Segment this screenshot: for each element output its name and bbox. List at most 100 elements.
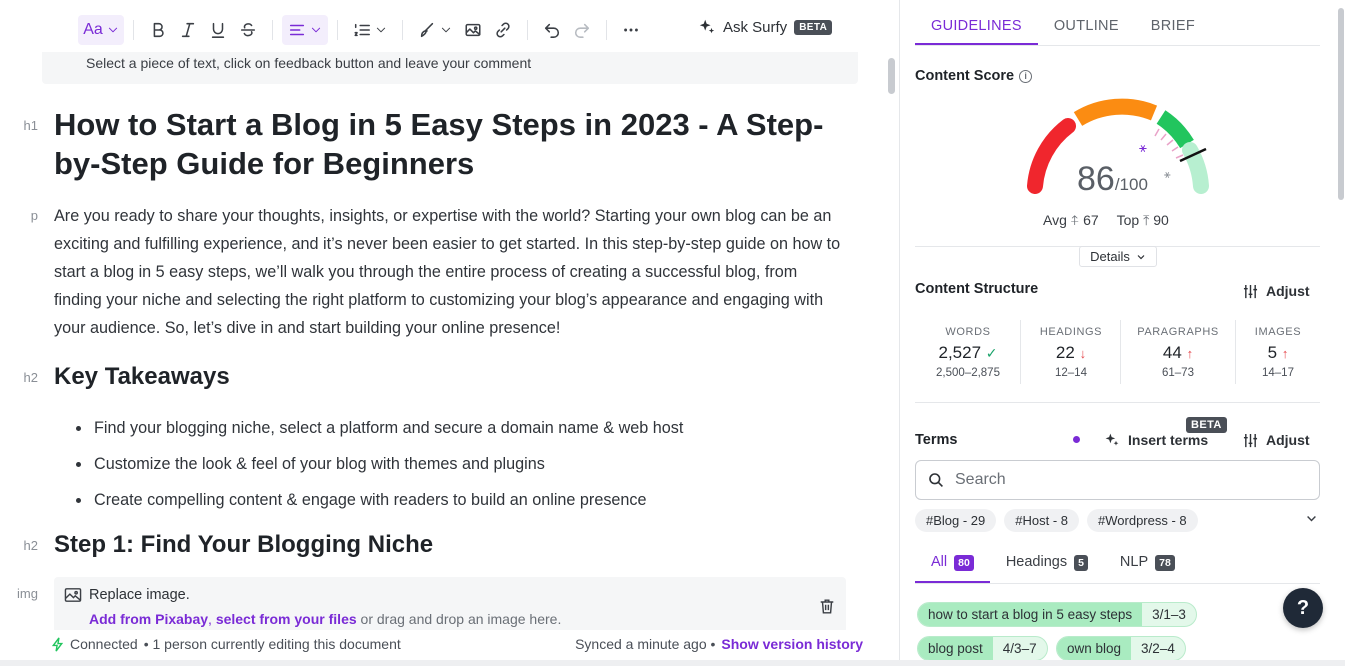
terms-title: Terms	[915, 432, 958, 448]
beta-badge: BETA	[794, 19, 833, 35]
subtab-label: Headings	[1005, 554, 1068, 570]
ask-surfy-button[interactable]: Ask Surfy BETA	[698, 18, 833, 36]
sparkle-icon	[699, 19, 715, 34]
info-icon[interactable]: i	[1019, 70, 1033, 83]
underline-button[interactable]	[203, 15, 233, 45]
connection-status: Connected • 1 person currently editing t…	[52, 636, 401, 652]
divider	[915, 402, 1320, 403]
highlight-button[interactable]	[412, 15, 458, 45]
chip-host[interactable]: #Host - 8	[1004, 509, 1080, 532]
subtab-all[interactable]: All 80	[915, 546, 990, 583]
search-input[interactable]	[955, 471, 1295, 489]
tab-guidelines[interactable]: GUIDELINES	[915, 0, 1038, 45]
terms-adjust-button[interactable]: Adjust	[1243, 432, 1310, 448]
intro-paragraph[interactable]: Are you ready to share your thoughts, in…	[54, 202, 844, 342]
subtab-headings[interactable]: Headings 5	[990, 546, 1104, 583]
term-count: 4/3–7	[1002, 641, 1037, 656]
undo-button[interactable]	[537, 15, 567, 45]
bold-icon	[153, 22, 164, 38]
subtab-label: All	[931, 554, 948, 570]
avg-top-scores: Avg ⍏ 67 Top ⤒ 90	[1043, 212, 1169, 229]
help-icon: ?	[1296, 596, 1310, 619]
arrow-up-icon: ↑	[1281, 346, 1289, 361]
more-options-button[interactable]	[616, 15, 646, 45]
gauge-segment-green	[1156, 110, 1194, 149]
list-item[interactable]: Find your blogging niche, select a platf…	[72, 410, 832, 446]
key-takeaways-heading[interactable]: Key Takeaways	[54, 363, 230, 391]
term-text: how to start a blog in 5 easy steps	[918, 603, 1143, 626]
search-icon	[929, 473, 943, 487]
stat-range: 61–73	[1162, 367, 1194, 379]
term-filter-tabs: All 80 Headings 5 NLP 78	[915, 546, 1320, 584]
tab-brief[interactable]: BRIEF	[1135, 0, 1211, 45]
tab-outline[interactable]: OUTLINE	[1038, 0, 1135, 45]
select-files-link[interactable]: select from your files	[216, 611, 357, 627]
chip-blog[interactable]: #Blog - 29	[915, 509, 997, 532]
list-item[interactable]: Create compelling content & engage with …	[72, 482, 832, 518]
adjust-label: Adjust	[1266, 432, 1310, 448]
structure-adjust-button[interactable]: Adjust	[1243, 283, 1310, 299]
more-horizontal-icon	[624, 28, 638, 32]
status-bar: Connected • 1 person currently editing t…	[40, 630, 884, 658]
lightning-icon	[52, 637, 64, 651]
stat-headings: HEADINGS 22 ↓ 12–14	[1022, 326, 1120, 379]
term-chip[interactable]: own blog 3/2–4	[1056, 636, 1186, 661]
terms-search	[915, 460, 1320, 500]
stat-divider	[1020, 320, 1021, 384]
chip-wordpress[interactable]: #Wordpress - 8	[1087, 509, 1198, 532]
strikethrough-icon	[240, 23, 256, 37]
subtab-nlp[interactable]: NLP 78	[1104, 546, 1191, 583]
chevron-down-icon[interactable]	[1305, 512, 1318, 525]
italic-button[interactable]	[173, 15, 203, 45]
image-placeholder: Replace image. Add from Pixabay, select …	[54, 577, 846, 633]
term-chip[interactable]: blog post 4/3–7	[917, 636, 1048, 661]
stat-label: IMAGES	[1254, 326, 1302, 338]
redo-button[interactable]	[567, 15, 597, 45]
block-tag-h2: h2	[23, 538, 38, 553]
gauge-segment-red	[1027, 118, 1076, 194]
avg-score: Avg ⍏ 67	[1043, 212, 1099, 229]
sliders-icon	[1243, 284, 1258, 298]
toolbar-divider	[527, 20, 528, 40]
font-style-button[interactable]: Aa	[78, 15, 124, 45]
insert-link-button[interactable]	[488, 15, 518, 45]
editor-scrollbar[interactable]	[884, 0, 900, 666]
stat-number: 5	[1267, 343, 1278, 362]
editor-scrollbar-thumb[interactable]	[888, 58, 895, 94]
details-button[interactable]: Details	[1079, 246, 1157, 267]
avg-label: Avg	[1043, 212, 1067, 228]
redo-icon	[574, 23, 590, 38]
add-from-pixabay-link[interactable]: Add from Pixabay	[89, 611, 208, 627]
editor-pane: Aa Ask Surfy BETA Select a piece of text…	[0, 0, 884, 666]
stat-range: 14–17	[1262, 367, 1294, 379]
stat-value: 5 ↑	[1237, 343, 1319, 363]
trash-icon[interactable]	[818, 597, 836, 616]
formatting-toolbar: Aa	[78, 14, 646, 46]
sparkle-icon	[1105, 433, 1119, 446]
stat-words: WORDS 2,527 ✓ 2,500–2,875	[918, 326, 1018, 379]
term-chip[interactable]: how to start a blog in 5 easy steps 3/1–…	[917, 602, 1197, 627]
topic-chips: #Blog - 29 #Host - 8 #Wordpress - 8	[915, 509, 1198, 532]
check-icon: ✓	[985, 345, 998, 361]
bold-button[interactable]	[143, 15, 173, 45]
align-button[interactable]	[282, 15, 328, 45]
stat-label: PARAGRAPHS	[1137, 326, 1219, 338]
panel-scrollbar[interactable]	[1336, 0, 1345, 666]
window-bottom-edge	[0, 660, 1345, 666]
help-button[interactable]: ?	[1283, 588, 1323, 628]
feedback-hint: Select a piece of text, click on feedbac…	[42, 52, 858, 84]
image-icon	[64, 588, 82, 602]
insert-terms-button[interactable]: Insert terms	[1104, 432, 1208, 448]
chevron-down-icon	[376, 27, 386, 33]
document-title[interactable]: How to Start a Blog in 5 Easy Steps in 2…	[54, 105, 834, 183]
version-history-link[interactable]: Show version history	[721, 636, 863, 652]
gauge-segment-orange	[1073, 98, 1158, 126]
step1-heading[interactable]: Step 1: Find Your Blogging Niche	[54, 531, 433, 559]
panel-scrollbar-thumb[interactable]	[1338, 8, 1344, 200]
brush-icon	[420, 22, 434, 38]
insert-image-button[interactable]	[458, 15, 488, 45]
list-button[interactable]	[347, 15, 393, 45]
list-item[interactable]: Customize the look & feel of your blog w…	[72, 446, 832, 482]
strikethrough-button[interactable]	[233, 15, 263, 45]
content-score-title: Content Score i	[915, 68, 1033, 84]
